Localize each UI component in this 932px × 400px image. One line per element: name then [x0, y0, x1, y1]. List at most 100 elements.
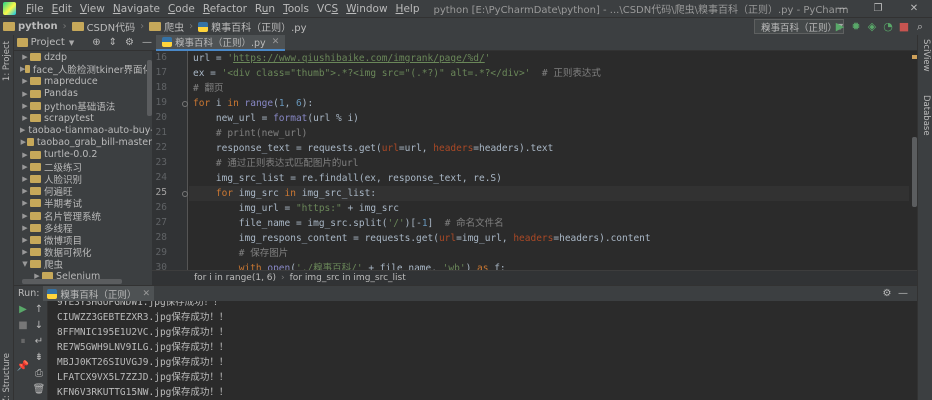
run-console-output[interactable]: 9YE3Y3HGUPGNDW1.jpg保存成功！！ CIUWZZ3GEBTEZXR… — [48, 301, 917, 400]
nav-crumb-spider[interactable]: 爬虫 — [146, 19, 187, 34]
minimize-icon[interactable]: — — [824, 0, 860, 17]
tree-item[interactable]: ▶ 人脸识别 — [14, 173, 152, 186]
database-tool-tab[interactable]: Database — [921, 95, 931, 136]
chevron-right-icon[interactable]: ▶ — [20, 138, 27, 146]
line-number[interactable]: 17 — [156, 67, 167, 78]
fold-icon[interactable] — [182, 101, 188, 107]
tree-item[interactable]: ▶ taobao_grab_bill-master — [14, 136, 152, 148]
menu-code[interactable]: Code — [164, 3, 199, 15]
code-editor[interactable]: url = 'https://www.qiushibaike.com/imgra… — [189, 51, 909, 270]
close-tab-icon[interactable]: ✕ — [142, 289, 150, 299]
line-number[interactable]: 22 — [156, 142, 167, 153]
line-number[interactable]: 24 — [156, 172, 167, 183]
chevron-right-icon[interactable]: ▶ — [20, 53, 30, 61]
chevron-right-icon[interactable]: ▶ — [20, 187, 30, 195]
menu-navigate[interactable]: Navigate — [109, 3, 164, 15]
menu-run[interactable]: Run — [251, 3, 279, 15]
coverage-icon[interactable]: ◈ — [864, 19, 880, 34]
structure-tool-tab[interactable]: Z: Structure — [2, 353, 12, 400]
print-icon[interactable]: ⎙ — [32, 368, 46, 380]
stop-icon[interactable]: ■ — [16, 320, 30, 332]
chevron-right-icon[interactable]: ▶ — [20, 126, 25, 134]
chevron-right-icon[interactable]: ▶ — [20, 224, 30, 232]
menu-edit[interactable]: Edit — [48, 3, 76, 15]
menu-view[interactable]: View — [76, 3, 109, 15]
pin-icon[interactable]: 📌 — [16, 361, 30, 373]
tree-item[interactable]: ▶ mapreduce — [14, 75, 152, 87]
pycharm-logo-icon[interactable] — [3, 2, 16, 15]
chevron-down-icon[interactable]: ▼ — [69, 39, 74, 47]
tree-item[interactable]: ▶ 名片管理系统 — [14, 209, 152, 223]
warning-marker[interactable] — [912, 55, 917, 59]
tree-item[interactable]: ▶ 多线程 — [14, 222, 152, 235]
tree-item[interactable]: ▶ 二级练习 — [14, 161, 152, 174]
code-breadcrumb-for-img[interactable]: for img_src in img_src_list — [290, 273, 406, 283]
gear-icon[interactable]: ⚙ — [879, 286, 895, 302]
chevron-right-icon[interactable]: ▶ — [20, 90, 30, 98]
chevron-right-icon[interactable]: ▶ — [20, 151, 30, 159]
run-configuration-select[interactable]: 糗事百科（正则） ▼ — [754, 19, 844, 34]
chevron-right-icon[interactable]: ▶ — [20, 175, 30, 183]
hide-icon[interactable]: — — [142, 37, 152, 48]
tree-item[interactable]: ▶ face_人脸检测tkiner界面化 — [14, 63, 152, 76]
line-number[interactable]: 23 — [156, 157, 167, 168]
close-tab-icon[interactable]: ✕ — [272, 37, 280, 47]
sciview-tool-tab[interactable]: SciView — [921, 39, 931, 72]
chevron-down-icon[interactable]: ▼ — [20, 260, 30, 268]
debug-icon[interactable]: ✹ — [848, 19, 864, 34]
collapse-icon[interactable]: ⇕ — [109, 37, 117, 48]
line-number[interactable]: 21 — [156, 127, 167, 138]
chevron-right-icon[interactable]: ▶ — [20, 212, 30, 220]
scroll-to-end-icon[interactable]: ⇟ — [32, 352, 46, 364]
line-number[interactable]: 28 — [156, 232, 167, 243]
project-horizontal-scrollbar[interactable] — [22, 279, 122, 284]
rerun-icon[interactable]: ▶ — [16, 304, 30, 316]
nav-crumb-python[interactable]: python — [0, 21, 61, 32]
tree-item[interactable]: ▼ 爬虫 — [14, 258, 152, 271]
nav-crumb-csdn[interactable]: CSDN代码 — [69, 19, 139, 34]
locate-icon[interactable]: ⊕ — [92, 37, 100, 48]
restore-icon[interactable]: ❐ — [860, 0, 896, 17]
stop-icon[interactable]: ■ — [896, 19, 912, 34]
menu-refactor[interactable]: Refactor — [199, 3, 251, 15]
hide-icon[interactable]: — — [895, 286, 911, 302]
chevron-right-icon[interactable]: ▶ — [20, 199, 30, 207]
code-breadcrumb-for-i[interactable]: for i in range(1, 6) — [194, 273, 276, 283]
menu-tools[interactable]: Tools — [279, 3, 313, 15]
fold-icon[interactable] — [182, 191, 188, 197]
soft-wrap-icon[interactable]: ↵ — [32, 336, 46, 348]
line-number[interactable]: 20 — [156, 112, 167, 123]
resume-icon[interactable]: ⏸ — [16, 336, 30, 348]
line-number[interactable]: 25 — [156, 187, 167, 198]
line-number[interactable]: 16 — [156, 52, 167, 63]
line-number[interactable]: 29 — [156, 247, 167, 258]
gear-icon[interactable]: ⚙ — [125, 37, 134, 48]
profile-icon[interactable]: ◔ — [880, 19, 896, 34]
line-number[interactable]: 19 — [156, 97, 167, 108]
line-number[interactable]: 27 — [156, 217, 167, 228]
tree-item[interactable]: ▶ scrapytest — [14, 112, 152, 124]
tree-item[interactable]: ▶ 何遍旺 — [14, 185, 152, 198]
search-icon[interactable]: ⌕ — [912, 19, 928, 34]
chevron-right-icon[interactable]: ▶ — [20, 102, 30, 110]
run-icon[interactable]: ▶ — [832, 19, 848, 34]
project-tool-tab[interactable]: 1: Project — [2, 41, 12, 81]
run-tab[interactable]: 糗事百科（正则） ✕ — [43, 285, 154, 302]
line-number[interactable]: 18 — [156, 82, 167, 93]
tree-item[interactable]: ▶taobao-tianmao-auto-buy-ma — [14, 124, 152, 136]
tree-item[interactable]: ▶ 数据可视化 — [14, 246, 152, 259]
tree-item[interactable]: ▶ turtle-0.0.2 — [14, 149, 152, 161]
line-number[interactable]: 26 — [156, 202, 167, 213]
nav-crumb-file[interactable]: 糗事百科（正则）.py — [195, 19, 309, 34]
chevron-right-icon[interactable]: ▶ — [20, 248, 30, 256]
scroll-up-icon[interactable]: ↑ — [32, 304, 46, 316]
clear-icon[interactable]: 🗑 — [32, 384, 46, 396]
chevron-right-icon[interactable]: ▶ — [20, 77, 30, 85]
close-icon[interactable]: ✕ — [896, 0, 932, 17]
chevron-right-icon[interactable]: ▶ — [20, 236, 30, 244]
editor-tab-active[interactable]: 糗事百科（正则）.py ✕ — [156, 35, 286, 51]
editor-scrollbar[interactable] — [912, 137, 917, 207]
menu-vcs[interactable]: VCS — [313, 3, 342, 15]
menu-file[interactable]: File — [22, 3, 48, 15]
menu-window[interactable]: Window — [342, 3, 391, 15]
